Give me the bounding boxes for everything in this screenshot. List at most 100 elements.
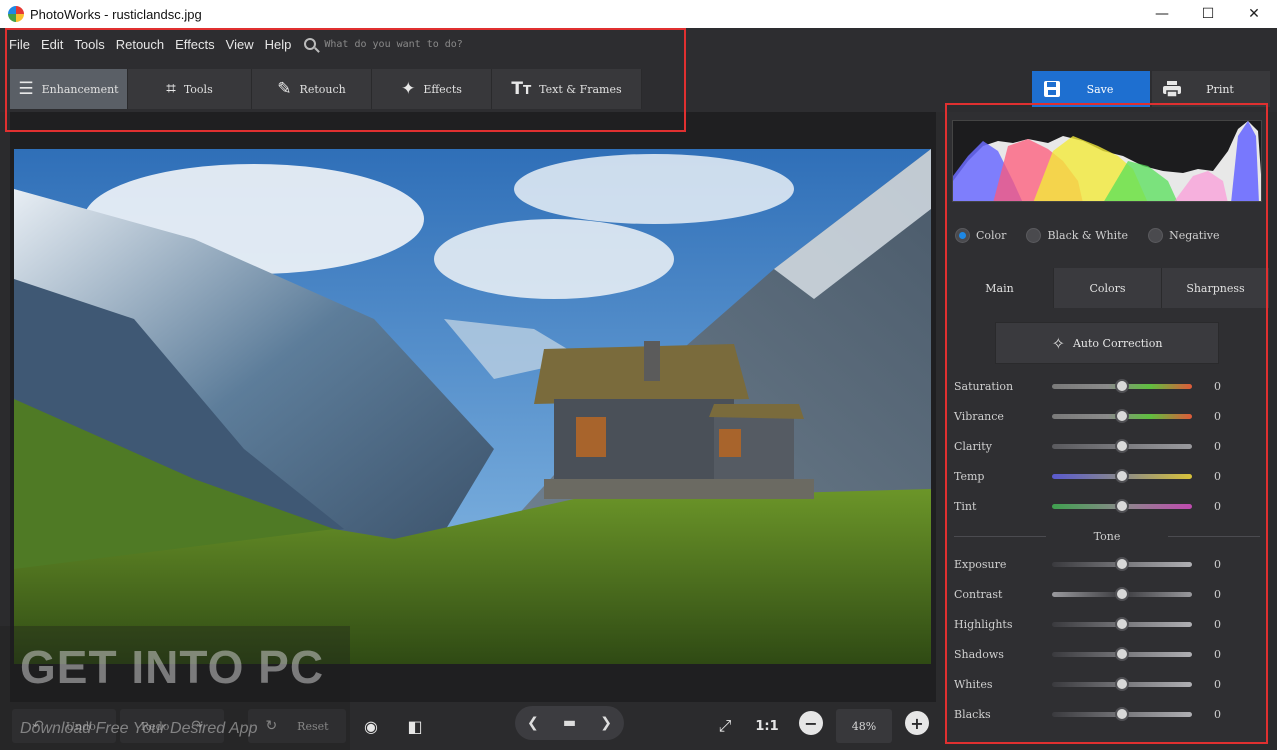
compare-icon: ◧ bbox=[407, 716, 423, 736]
menu-view[interactable]: View bbox=[226, 37, 254, 52]
fit-screen-button[interactable]: ⤢ bbox=[708, 709, 742, 743]
print-button[interactable]: Print bbox=[1152, 71, 1270, 107]
slider-value: 0 bbox=[1214, 707, 1221, 721]
radio-color[interactable] bbox=[955, 228, 970, 243]
slider-blacks: Blacks 0 bbox=[954, 704, 1264, 724]
slider-whites: Whites 0 bbox=[954, 674, 1264, 694]
folder-icon[interactable]: ▬ bbox=[563, 715, 576, 731]
menu-tools[interactable]: Tools bbox=[74, 37, 104, 52]
slider-value: 0 bbox=[1214, 587, 1221, 601]
slider-track[interactable] bbox=[1052, 706, 1192, 721]
auto-correction-label: Auto Correction bbox=[1072, 336, 1163, 350]
slider-track[interactable] bbox=[1052, 586, 1192, 601]
tab-sharpness[interactable]: Sharpness bbox=[1162, 268, 1270, 308]
slider-thumb[interactable] bbox=[1115, 378, 1129, 393]
mode-black-white[interactable]: Black & White bbox=[1026, 228, 1128, 243]
slider-track[interactable] bbox=[1052, 646, 1192, 661]
photo-canvas[interactable] bbox=[14, 149, 931, 664]
slider-label: Clarity bbox=[954, 439, 992, 453]
slider-thumb[interactable] bbox=[1115, 468, 1129, 483]
minus-icon: − bbox=[804, 713, 818, 733]
slider-track[interactable] bbox=[1052, 468, 1192, 483]
tone-section-header: Tone bbox=[954, 528, 1261, 544]
slider-contrast: Contrast 0 bbox=[954, 584, 1264, 604]
slider-tint: Tint 0 bbox=[954, 496, 1264, 516]
panel-tabs: Main Colors Sharpness bbox=[946, 268, 1272, 308]
mode-negative[interactable]: Negative bbox=[1148, 228, 1219, 243]
tab-retouch-label: Retouch bbox=[299, 82, 346, 96]
menu-help[interactable]: Help bbox=[265, 37, 292, 52]
window-controls: — ☐ ✕ bbox=[1139, 0, 1277, 28]
preview-eye-button[interactable]: ◉ bbox=[354, 709, 388, 743]
slider-thumb[interactable] bbox=[1115, 646, 1129, 661]
previous-image-button[interactable]: ❮ bbox=[527, 715, 539, 731]
tab-effects[interactable]: ✦ Effects bbox=[372, 69, 492, 109]
menu-effects[interactable]: Effects bbox=[175, 37, 215, 52]
tab-text-frames[interactable]: TT Text & Frames bbox=[492, 69, 642, 109]
menu-bar: File Edit Tools Retouch Effects View Hel… bbox=[0, 28, 1277, 60]
slider-track[interactable] bbox=[1052, 438, 1192, 453]
text-icon: TT bbox=[511, 79, 532, 99]
window-title: PhotoWorks - rusticlandsc.jpg bbox=[30, 6, 202, 22]
magic-wand-icon: ✧ bbox=[1051, 333, 1065, 353]
slider-label: Exposure bbox=[954, 557, 1007, 571]
slider-track[interactable] bbox=[1052, 676, 1192, 691]
slider-thumb[interactable] bbox=[1115, 438, 1129, 453]
histogram bbox=[952, 120, 1262, 202]
slider-track[interactable] bbox=[1052, 378, 1192, 393]
minimize-button[interactable]: — bbox=[1139, 0, 1185, 28]
slider-value: 0 bbox=[1214, 557, 1221, 571]
radio-negative[interactable] bbox=[1148, 228, 1164, 243]
save-label: Save bbox=[1086, 82, 1114, 96]
slider-exposure: Exposure 0 bbox=[954, 554, 1264, 574]
tab-effects-label: Effects bbox=[423, 82, 462, 96]
maximize-button[interactable]: ☐ bbox=[1185, 0, 1231, 28]
tab-tools[interactable]: ⌗ Tools bbox=[128, 69, 252, 109]
tab-enhancement[interactable]: ☰ Enhancement bbox=[10, 69, 128, 109]
tone-label: Tone bbox=[1093, 529, 1121, 543]
slider-label: Highlights bbox=[954, 617, 1013, 631]
mode-color[interactable]: Color bbox=[955, 228, 1006, 243]
slider-thumb[interactable] bbox=[1115, 706, 1129, 721]
watermark-title: GET INTO PC bbox=[20, 641, 325, 693]
zoom-in-button[interactable]: + bbox=[905, 711, 929, 735]
tab-tools-label: Tools bbox=[183, 82, 213, 96]
slider-track[interactable] bbox=[1052, 616, 1192, 631]
actual-size-button[interactable]: 1:1 bbox=[750, 709, 784, 743]
slider-saturation: Saturation 0 bbox=[954, 376, 1264, 396]
slider-value: 0 bbox=[1214, 617, 1221, 631]
plus-icon: + bbox=[910, 713, 924, 733]
slider-label: Temp bbox=[954, 469, 985, 483]
menu-edit[interactable]: Edit bbox=[41, 37, 63, 52]
tab-retouch[interactable]: ✎ Retouch bbox=[252, 69, 372, 109]
slider-label: Tint bbox=[954, 499, 977, 513]
brush-icon: ✎ bbox=[277, 79, 292, 99]
tab-main[interactable]: Main bbox=[946, 268, 1054, 308]
save-button[interactable]: Save bbox=[1032, 71, 1150, 107]
search-input[interactable] bbox=[324, 38, 585, 50]
slider-thumb[interactable] bbox=[1115, 498, 1129, 513]
slider-thumb[interactable] bbox=[1115, 676, 1129, 691]
tab-colors[interactable]: Colors bbox=[1054, 268, 1162, 308]
compare-button[interactable]: ◧ bbox=[398, 709, 432, 743]
radio-black-white[interactable] bbox=[1026, 228, 1042, 243]
slider-thumb[interactable] bbox=[1115, 586, 1129, 601]
menu-retouch[interactable]: Retouch bbox=[116, 37, 164, 52]
slider-thumb[interactable] bbox=[1115, 616, 1129, 631]
slider-label: Shadows bbox=[954, 647, 1004, 661]
zoom-out-button[interactable]: − bbox=[799, 711, 823, 735]
zoom-level-field[interactable]: 48% bbox=[836, 709, 892, 743]
slider-vibrance: Vibrance 0 bbox=[954, 406, 1264, 426]
slider-track[interactable] bbox=[1052, 408, 1192, 423]
slider-thumb[interactable] bbox=[1115, 556, 1129, 571]
menu-file[interactable]: File bbox=[9, 37, 30, 52]
auto-correction-button[interactable]: ✧ Auto Correction bbox=[995, 322, 1219, 364]
slider-thumb[interactable] bbox=[1115, 408, 1129, 423]
slider-track[interactable] bbox=[1052, 556, 1192, 571]
slider-track[interactable] bbox=[1052, 498, 1192, 513]
slider-value: 0 bbox=[1214, 499, 1221, 513]
close-button[interactable]: ✕ bbox=[1231, 0, 1277, 28]
slider-label: Vibrance bbox=[954, 409, 1004, 423]
next-image-button[interactable]: ❯ bbox=[600, 715, 612, 731]
slider-value: 0 bbox=[1214, 409, 1221, 423]
